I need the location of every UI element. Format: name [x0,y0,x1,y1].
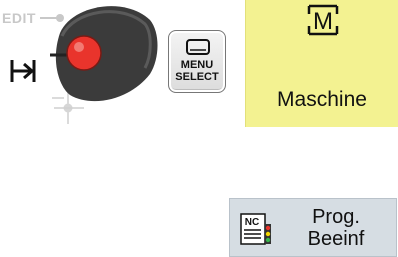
machine-icon-text: M [313,8,333,35]
prog-softkey-line1: Prog. [312,206,360,228]
menu-select-button[interactable]: MENU SELECT [168,30,226,93]
machine-icon: M [307,4,339,36]
prog-softkey-line2: Beeinf [307,228,365,250]
screen-icon [186,39,210,55]
maschine-softkey[interactable]: M Maschine [245,0,398,127]
jog-arrow-icon [8,54,42,88]
maschine-label: Maschine [277,88,367,111]
menu-select-line1: MENU [180,59,214,71]
menu-select-line2: SELECT [175,71,219,83]
nc-program-icon: NC [240,213,271,245]
nc-icon-text: NC [245,217,259,228]
program-control-softkey[interactable]: NC Prog. Beeinf [229,198,397,257]
prog-softkey-label: Prog. Beeinf [280,206,392,250]
edit-mode-label: EDIT [2,10,36,26]
